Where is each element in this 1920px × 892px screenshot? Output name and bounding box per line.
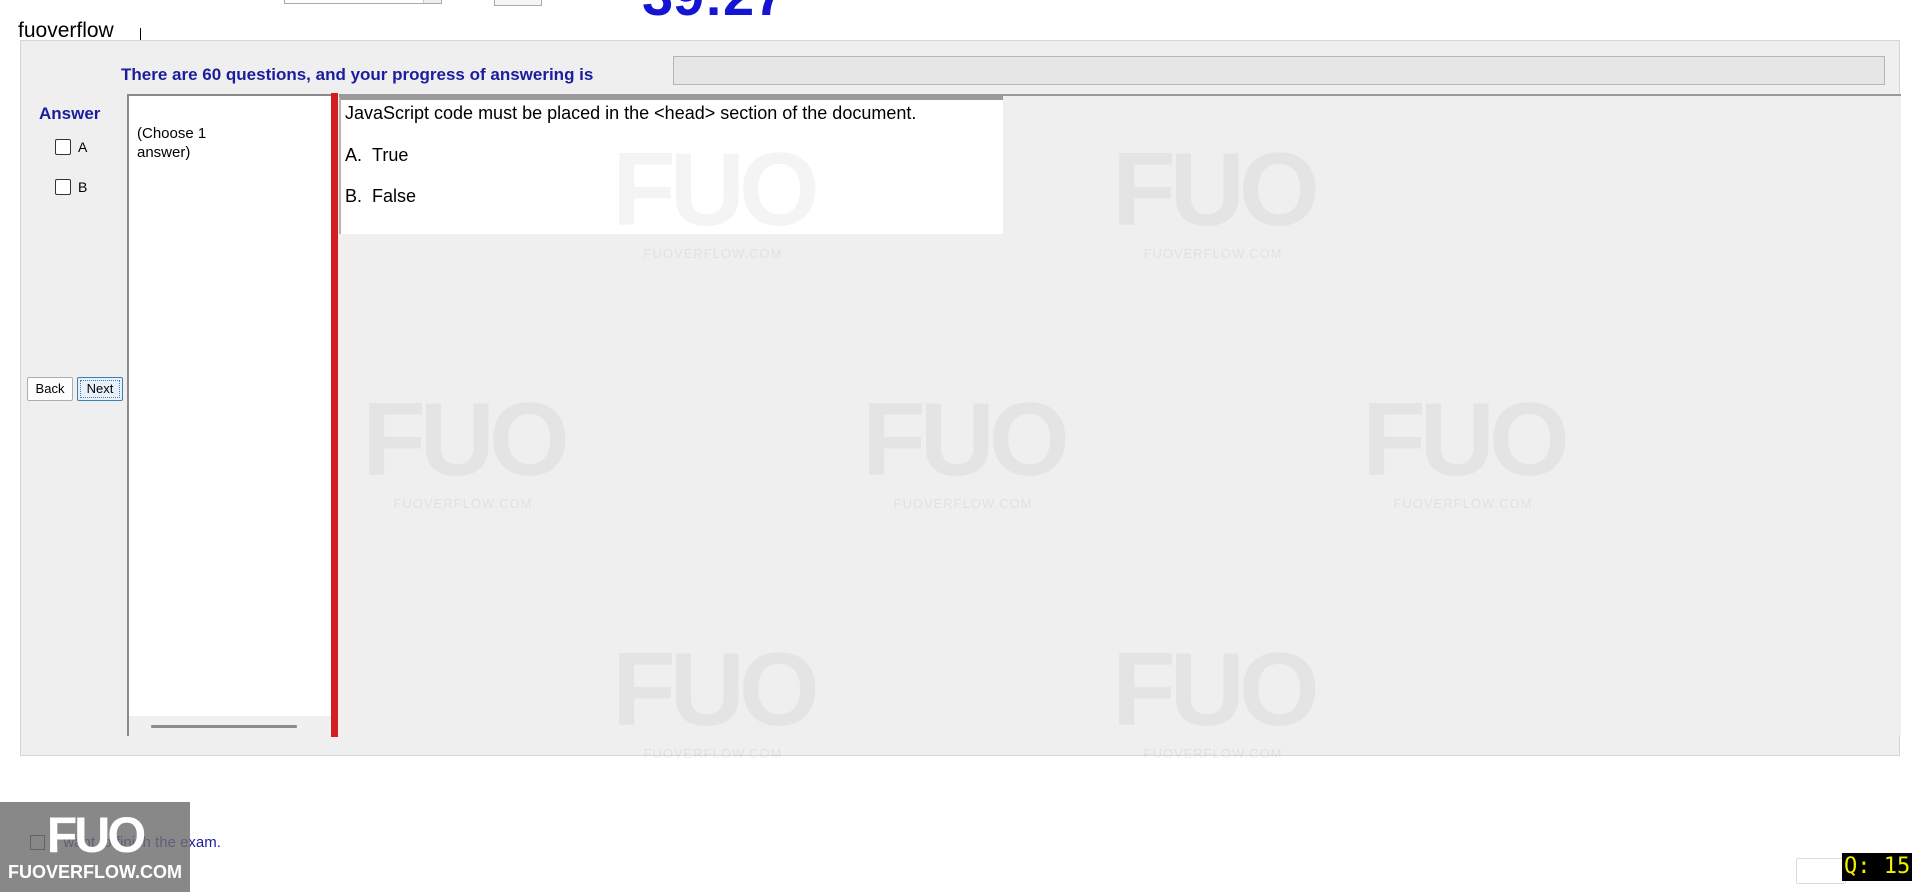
answer-checkbox-b[interactable] bbox=[55, 179, 71, 195]
answer-option-b-label: B bbox=[78, 179, 88, 195]
answer-value-a: True bbox=[372, 145, 409, 165]
bottom-button[interactable] bbox=[1796, 858, 1846, 884]
top-text-field[interactable] bbox=[284, 0, 442, 4]
progress-text: There are 60 questions, and your progres… bbox=[121, 65, 594, 84]
corner-logo-mark: FUO bbox=[46, 807, 147, 863]
answer-checkbox-a[interactable] bbox=[55, 139, 71, 155]
question-area: JavaScript code must be placed in the <h… bbox=[339, 94, 1901, 736]
answer-option-a-label: A bbox=[78, 139, 88, 155]
corner-logo-site: FUOVERFLOW.COM bbox=[8, 862, 182, 882]
answer-label: Answer bbox=[39, 104, 101, 123]
top-dropdown-arrow[interactable] bbox=[423, 0, 441, 3]
corner-watermark-logo: FUO FUOVERFLOW.COM bbox=[0, 802, 190, 892]
horizontal-scrollbar[interactable] bbox=[129, 716, 333, 736]
exam-panel: There are 60 questions, and your progres… bbox=[20, 40, 1901, 756]
question-number-badge: Q: 15 bbox=[1842, 853, 1912, 881]
top-small-field[interactable] bbox=[494, 0, 542, 6]
panel-splitter[interactable] bbox=[331, 93, 338, 737]
answer-text-a: A. True bbox=[345, 145, 408, 166]
question-text: JavaScript code must be placed in the <h… bbox=[345, 103, 917, 123]
answer-value-b: False bbox=[372, 186, 417, 206]
answer-option-b[interactable]: B bbox=[55, 179, 87, 195]
next-button[interactable]: Next bbox=[77, 377, 123, 401]
answer-letter-b: B. bbox=[345, 186, 363, 206]
user-name: fuoverflow bbox=[18, 19, 114, 42]
answer-letter-a: A. bbox=[345, 145, 363, 165]
choose-instruction: (Choose 1 answer) bbox=[137, 125, 207, 161]
answer-option-a[interactable]: A bbox=[55, 139, 87, 155]
countdown-timer: 39:27 bbox=[642, 0, 785, 24]
progress-bar bbox=[673, 56, 1885, 85]
answer-text-b: B. False bbox=[345, 186, 416, 207]
back-button[interactable]: Back bbox=[27, 377, 73, 401]
choose-panel: (Choose 1 answer) bbox=[127, 94, 333, 736]
scrollbar-thumb[interactable] bbox=[151, 725, 297, 728]
question-box: JavaScript code must be placed in the <h… bbox=[339, 96, 1003, 234]
